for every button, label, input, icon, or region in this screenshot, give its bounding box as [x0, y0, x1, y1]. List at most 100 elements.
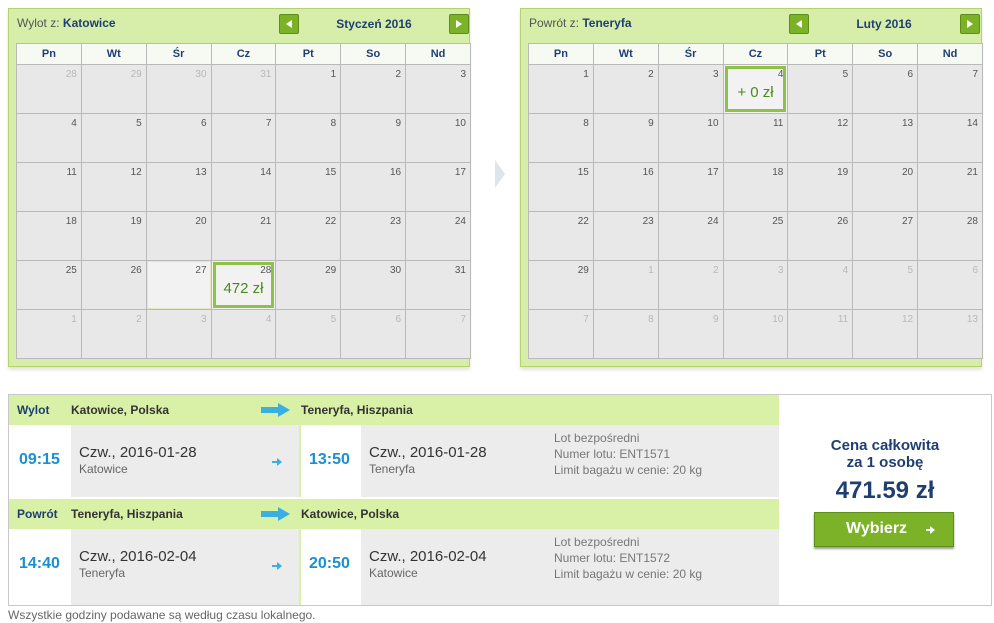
weekday-header: Śr: [145, 43, 212, 65]
price-caption: Cena całkowita za 1 osobę: [830, 437, 940, 471]
outbound-flight-row: 09:15 Czw., 2016-01-28 Katowice 13:50 Cz…: [9, 425, 779, 497]
weekday-header: Wt: [592, 43, 659, 65]
day-cell: 10: [657, 113, 724, 163]
day-cell: 2: [592, 64, 659, 114]
day-cell: 22: [275, 211, 342, 261]
departure-city: Katowice: [62, 16, 116, 30]
outbound-calendar: Wylot z: Katowice Styczeń 2016 Pn Wt Śr …: [8, 8, 471, 367]
select-button[interactable]: Wybierz: [814, 512, 954, 547]
weekday-header: Wt: [80, 43, 147, 65]
day-cell: 4: [210, 309, 277, 359]
timezone-note: Wszystkie godziny podawane są według cza…: [8, 608, 316, 622]
day-cell: 14: [917, 113, 983, 163]
departure-city-name: Teneryfa: [79, 566, 126, 580]
arrow-left-icon: [796, 20, 802, 28]
day-cell: 18: [16, 211, 82, 261]
day-cell: 3: [405, 64, 471, 114]
day-cell: 11: [787, 309, 854, 359]
route-arrow-icon: [261, 507, 290, 521]
day-cell: 16: [592, 162, 659, 212]
selected-day-cell[interactable]: 4 + 0 zł: [722, 64, 789, 114]
departure-date: Czw., 2016-01-28: [79, 444, 197, 461]
day-cell: 5: [80, 113, 147, 163]
day-cell: 23: [592, 211, 659, 261]
day-cell: 15: [528, 162, 594, 212]
arrow-right-icon: [456, 20, 462, 28]
day-cell: 12: [852, 309, 919, 359]
return-from: Powrót z: Teneryfa: [529, 16, 632, 30]
day-cell: 12: [787, 113, 854, 163]
day-cell: 28: [917, 211, 983, 261]
weekday-header: Pt: [787, 43, 854, 65]
day-cell: 21: [210, 211, 277, 261]
day-cell: 17: [657, 162, 724, 212]
day-cell: 15: [275, 162, 342, 212]
arrival-city-name: Katowice: [369, 566, 418, 580]
return-flight-row: 14:40 Czw., 2016-02-04 Teneryfa 20:50 Cz…: [9, 529, 779, 605]
day-cell: 24: [657, 211, 724, 261]
day-cell: 31: [405, 260, 471, 310]
day-cell: 16: [340, 162, 407, 212]
weekday-header: Pn: [16, 43, 82, 65]
departure-time: 09:15: [19, 451, 60, 468]
outbound-route-strip: Wylot Katowice, Polska Teneryfa, Hiszpan…: [9, 395, 779, 425]
prev-month-button[interactable]: [279, 14, 299, 34]
return-origin: Teneryfa, Hiszpania: [71, 507, 183, 521]
day-cell: 6: [917, 260, 983, 310]
day-cell: 17: [405, 162, 471, 212]
day-cell: 8: [528, 113, 594, 163]
weekday-header: So: [340, 43, 407, 65]
day-cell: 1: [275, 64, 342, 114]
day-cell: 21: [917, 162, 983, 212]
route-arrow-icon: [261, 403, 290, 417]
arrow-left-icon: [286, 20, 292, 28]
day-cell: 3: [145, 309, 212, 359]
day-cell: 13: [917, 309, 983, 359]
day-cell: 18: [722, 162, 789, 212]
calendar-header: Wylot z: Katowice Styczeń 2016: [9, 9, 469, 39]
day-cell: 13: [145, 162, 212, 212]
arrival-time: 13:50: [309, 451, 350, 468]
outbound-destination: Teneryfa, Hiszpania: [301, 403, 413, 417]
day-cell: 30: [145, 64, 212, 114]
day-cell: 4: [787, 260, 854, 310]
next-month-button[interactable]: [449, 14, 469, 34]
weekday-header: Śr: [657, 43, 724, 65]
return-route-strip: Powrót Teneryfa, Hiszpania Katowice, Pol…: [9, 499, 779, 529]
day-cell: 1: [592, 260, 659, 310]
day-cell: 27: [852, 211, 919, 261]
day-price: + 0 zł: [737, 84, 774, 101]
departure-time: 14:40: [19, 555, 60, 572]
return-city: Teneryfa: [582, 16, 632, 30]
outbound-label: Wylot: [17, 403, 50, 417]
arrival-time: 20:50: [309, 555, 350, 572]
next-month-button[interactable]: [960, 14, 980, 34]
day-cell: 13: [852, 113, 919, 163]
day-cell: 11: [722, 113, 789, 163]
departure-date: Czw., 2016-02-04: [79, 548, 197, 565]
day-cell: 25: [722, 211, 789, 261]
day-cell: 10: [405, 113, 471, 163]
prev-month-button[interactable]: [789, 14, 809, 34]
day-price: 472 zł: [223, 280, 264, 297]
selected-day-cell[interactable]: 28 472 zł: [210, 260, 277, 310]
arrival-date: Czw., 2016-02-04: [369, 548, 487, 565]
weekday-header: Cz: [722, 43, 789, 65]
flight-info: Lot bezpośredni Numer lotu: ENT1571 Limi…: [554, 431, 703, 477]
weekday-header: Nd: [917, 43, 983, 65]
day-cell: 19: [80, 211, 147, 261]
arrival-city-name: Teneryfa: [369, 462, 416, 476]
weekday-header: Cz: [210, 43, 277, 65]
day-cell: 8: [592, 309, 659, 359]
day-cell: 4: [16, 113, 82, 163]
day-cell: 20: [145, 211, 212, 261]
day-cell: 29: [80, 64, 147, 114]
day-cell: 1: [528, 64, 594, 114]
day-cell: 11: [16, 162, 82, 212]
day-cell: 23: [340, 211, 407, 261]
day-cell: 5: [787, 64, 854, 114]
day-cell: 3: [722, 260, 789, 310]
price-box: Cena całkowita za 1 osobę 471.59 zł Wybi…: [779, 395, 991, 605]
month-title: Styczeń 2016: [336, 17, 412, 31]
day-cell-hover[interactable]: 27: [145, 260, 212, 310]
